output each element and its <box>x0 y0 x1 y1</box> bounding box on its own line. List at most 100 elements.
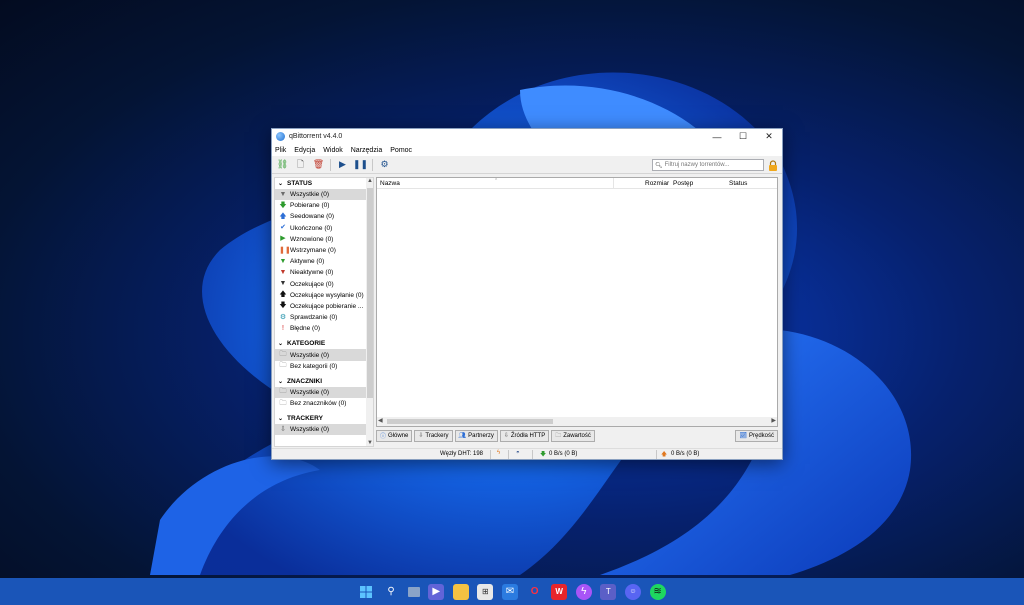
trackers-section-header[interactable]: ⌄ TRACKERY <box>275 413 373 424</box>
menu-view[interactable]: Widok <box>323 147 342 154</box>
delete-torrent-button[interactable]: 🗑 <box>311 158 326 172</box>
sidebar-status-item[interactable]: 🡅 Seedowane (0) <box>275 211 373 222</box>
store-icon[interactable]: ⊞ <box>477 583 494 600</box>
chat-icon[interactable]: ▶ <box>428 583 445 600</box>
categories-section-title: KATEGORIE <box>287 340 326 348</box>
lock-icon[interactable] <box>768 160 778 171</box>
sort-indicator-icon: ⌃ <box>494 178 499 184</box>
hscroll-thumb[interactable] <box>387 419 553 424</box>
sidebar-item-label: Wszystkie (0) <box>290 351 329 359</box>
connection-status-icon[interactable]: ϟ <box>497 450 500 456</box>
tab-trackers[interactable]: ⇩ Trackery <box>414 429 453 442</box>
tab-general-label: Główne <box>388 432 409 439</box>
upload-speed[interactable]: 0 B/s (0 B) <box>671 451 699 457</box>
sidebar-status-item[interactable]: ⚙ Sprawdzanie (0) <box>275 312 373 323</box>
add-torrent-link-button[interactable]: ⛓ <box>275 158 290 172</box>
sidebar-status-item[interactable]: ▼ Oczekujące (0) <box>275 279 373 290</box>
sidebar-item-label: Wstrzymane (0) <box>290 247 336 255</box>
sidebar-item-label: Oczekujące pobieranie ... <box>290 302 364 310</box>
minimize-button[interactable]: — <box>704 129 730 144</box>
options-button[interactable]: ⚙ <box>377 158 392 172</box>
opera-icon[interactable]: O <box>527 584 543 600</box>
scroll-right-icon[interactable]: ▶ <box>771 417 776 424</box>
tab-http-sources-label: Źródła HTTP <box>510 432 546 439</box>
sidebar-scroll-thumb[interactable] <box>367 188 373 398</box>
messenger-icon[interactable]: ϟ <box>575 583 592 600</box>
filter-search-input[interactable]: 🔍︎ Filtruj nazwy torrentów... <box>652 159 764 171</box>
status-separator <box>656 450 657 459</box>
speed-limit-icon[interactable]: ◓ <box>516 450 520 456</box>
teams-icon[interactable]: T <box>600 583 617 600</box>
tab-peers[interactable]: 👥︎ Partnerzy <box>454 429 498 442</box>
menu-help[interactable]: Pomoc <box>390 147 412 154</box>
sidebar-category-item[interactable]: 🗀 Bez kategorii (0) <box>275 361 373 372</box>
sidebar-status-item[interactable]: 🡇 Pobierane (0) <box>275 200 373 211</box>
file-add-icon: 🗋 <box>296 158 305 169</box>
search-icon: 🔍︎ <box>655 162 663 169</box>
pause-button[interactable]: ❚❚ <box>353 158 368 172</box>
tab-general[interactable]: ⓘ Główne <box>376 429 413 442</box>
start-icon[interactable] <box>358 584 374 600</box>
sidebar-status-item[interactable]: 🡇 Oczekujące pobieranie ... <box>275 301 373 312</box>
trackers-section-title: TRACKERY <box>287 415 323 423</box>
info-icon: ⓘ <box>380 434 387 440</box>
categories-section-header[interactable]: ⌄ KATEGORIE <box>275 338 373 349</box>
scroll-down-icon[interactable]: ▼ <box>366 440 373 446</box>
window-title: qBittorrent v4.4.0 <box>289 133 343 140</box>
column-size[interactable]: Rozmiar <box>645 180 669 187</box>
resume-button[interactable]: ▶ <box>335 158 350 172</box>
task-view-icon[interactable] <box>407 586 420 597</box>
column-status[interactable]: Status <box>729 180 747 187</box>
status-section-header[interactable]: ⌄ STATUS <box>275 178 373 189</box>
mail-icon[interactable]: ✉ <box>502 583 518 600</box>
sidebar-status-item[interactable]: ✔ Ukończone (0) <box>275 223 373 234</box>
speed-button[interactable]: 📈︎ Prędkość <box>735 429 778 442</box>
sidebar-category-item[interactable]: 🗀 Wszystkie (0) <box>275 349 373 361</box>
discord-icon[interactable]: ☺ <box>624 583 641 600</box>
arrow-down-icon: 🡇 <box>279 201 287 209</box>
menu-tools[interactable]: Narzędzia <box>351 147 383 154</box>
sidebar-item-label: Bez znaczników (0) <box>290 400 347 408</box>
sidebar-status-item[interactable]: ▼ Aktywne (0) <box>275 256 373 267</box>
trash-icon: 🗑 <box>312 159 325 169</box>
file-explorer-icon[interactable] <box>452 583 469 600</box>
wps-icon[interactable]: W <box>551 583 568 600</box>
sidebar-tracker-item[interactable]: ⇩ Wszystkie (0) <box>275 424 373 436</box>
torrent-list-hscrollbar[interactable]: ◀ ▶ <box>377 417 777 426</box>
sidebar-status-item[interactable]: ▼ Wszystkie (0) <box>275 189 373 201</box>
sidebar-status-item[interactable]: ! Błędne (0) <box>275 323 373 334</box>
scroll-up-icon[interactable]: ▲ <box>366 178 373 184</box>
add-torrent-file-button[interactable]: 🗋 <box>293 158 308 172</box>
sidebar-scrollbar[interactable]: ▲ ▼ <box>366 178 373 446</box>
sidebar-item-label: Ukończone (0) <box>290 224 333 232</box>
download-speed[interactable]: 0 B/s (0 B) <box>549 451 577 457</box>
spotify-icon[interactable]: ≋ <box>649 583 666 600</box>
properties-tabs: ⓘ Główne ⇩ Trackery 👥︎ Partnerzy ⇩ Źródła HT… <box>376 429 780 442</box>
tags-section-header[interactable]: ⌄ ZNACZNIKI <box>275 376 373 387</box>
filter-icon: ▼ <box>279 257 287 265</box>
search-icon[interactable]: ⚲ <box>383 584 399 600</box>
sidebar-item-label: Bez kategorii (0) <box>290 362 338 370</box>
sidebar-status-item[interactable]: ▼ Nieaktywne (0) <box>275 267 373 278</box>
scroll-left-icon[interactable]: ◀ <box>378 417 383 424</box>
menu-edit[interactable]: Edycja <box>294 147 315 154</box>
torrent-list[interactable]: Nazwa ⌃ Rozmiar Postęp Status ◀ ▶ <box>376 177 778 427</box>
sidebar-tag-item[interactable]: 🗀 Bez znaczników (0) <box>275 398 373 409</box>
menu-file[interactable]: Plik <box>275 147 286 154</box>
sidebar-status-item[interactable]: ❚❚ Wstrzymane (0) <box>275 245 373 256</box>
tracker-icon: ⇩ <box>418 433 424 439</box>
sidebar-status-item[interactable]: ▶ Wznowione (0) <box>275 234 373 245</box>
close-button[interactable]: ✕ <box>756 129 782 144</box>
sidebar: ⌄ STATUS ▼ Wszystkie (0) 🡇 Pobierane (0) 🡅 See… <box>274 177 374 447</box>
tab-content[interactable]: 🗀 Zawartość <box>551 429 595 442</box>
sidebar-status-item[interactable]: 🡅 Oczekujące wysyłanie (0) <box>275 290 373 301</box>
sidebar-tag-item[interactable]: 🗀 Wszystkie (0) <box>275 386 373 398</box>
chart-icon: 📈︎ <box>739 433 747 439</box>
column-progress[interactable]: Postęp <box>673 180 693 187</box>
folder-icon: 🗀 <box>555 432 562 439</box>
maximize-button[interactable]: ☐ <box>730 129 756 144</box>
column-name[interactable]: Nazwa <box>380 180 400 187</box>
tab-http-sources[interactable]: ⇩ Źródła HTTP <box>499 429 550 442</box>
tab-trackers-label: Trackery <box>425 432 449 439</box>
toolbar-separator <box>372 158 373 171</box>
